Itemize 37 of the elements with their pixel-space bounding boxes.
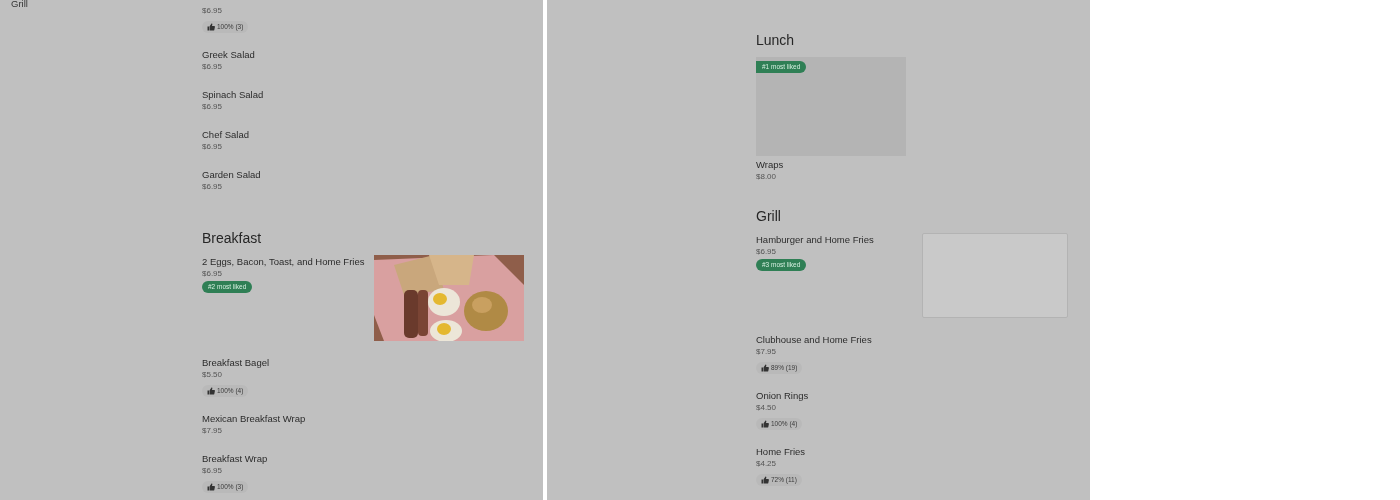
item-price: $8.00 [756,171,777,183]
item-price: $7.95 [202,425,223,437]
thumbs-up-icon [761,476,769,484]
item-name[interactable]: Greek Salad [202,48,255,61]
item-name[interactable]: Spinach Salad [202,88,264,101]
item-name[interactable]: Hamburger and Home Fries [756,233,874,246]
item-price: $7.95 [756,346,777,358]
item-name[interactable]: Home Fries [756,445,806,458]
item-name[interactable]: Breakfast Bagel [202,356,270,369]
item-name[interactable]: Onion Rings [756,389,809,402]
thumbs-up-icon [207,387,215,395]
item-name[interactable]: Clubhouse and Home Fries [756,333,872,346]
thumbs-up-icon [207,483,215,491]
thumbs-up-icon [207,23,215,31]
item-price: $6.95 [202,465,223,477]
item-name[interactable]: Garden Salad [202,168,261,181]
section-heading: Lunch [756,31,796,49]
item-price: $4.25 [756,458,777,470]
item-name[interactable]: Mexican Breakfast Wrap [202,412,306,425]
item-name[interactable]: Wraps [756,158,784,171]
item-price: $6.95 [202,5,223,17]
item-price: $6.95 [756,246,777,258]
item-price: $6.95 [202,268,223,280]
thumbs-up-icon [761,364,769,372]
item-price: $5.50 [202,369,223,381]
item-price: $6.95 [202,101,223,113]
thumbs-up-icon [761,420,769,428]
item-price: $6.95 [202,181,223,193]
item-name[interactable]: Breakfast Wrap [202,452,268,465]
item-name[interactable]: 2 Eggs, Bacon, Toast, and Home Fries [202,255,365,268]
item-name[interactable]: Chef Salad [202,128,249,141]
sidebar-item[interactable]: Grill [11,0,202,8]
item-price: $6.95 [202,141,223,153]
section-heading: Breakfast [202,229,263,247]
item-price: $6.95 [202,61,223,73]
item-price: $4.50 [756,402,777,414]
section-heading: Grill [756,207,782,225]
